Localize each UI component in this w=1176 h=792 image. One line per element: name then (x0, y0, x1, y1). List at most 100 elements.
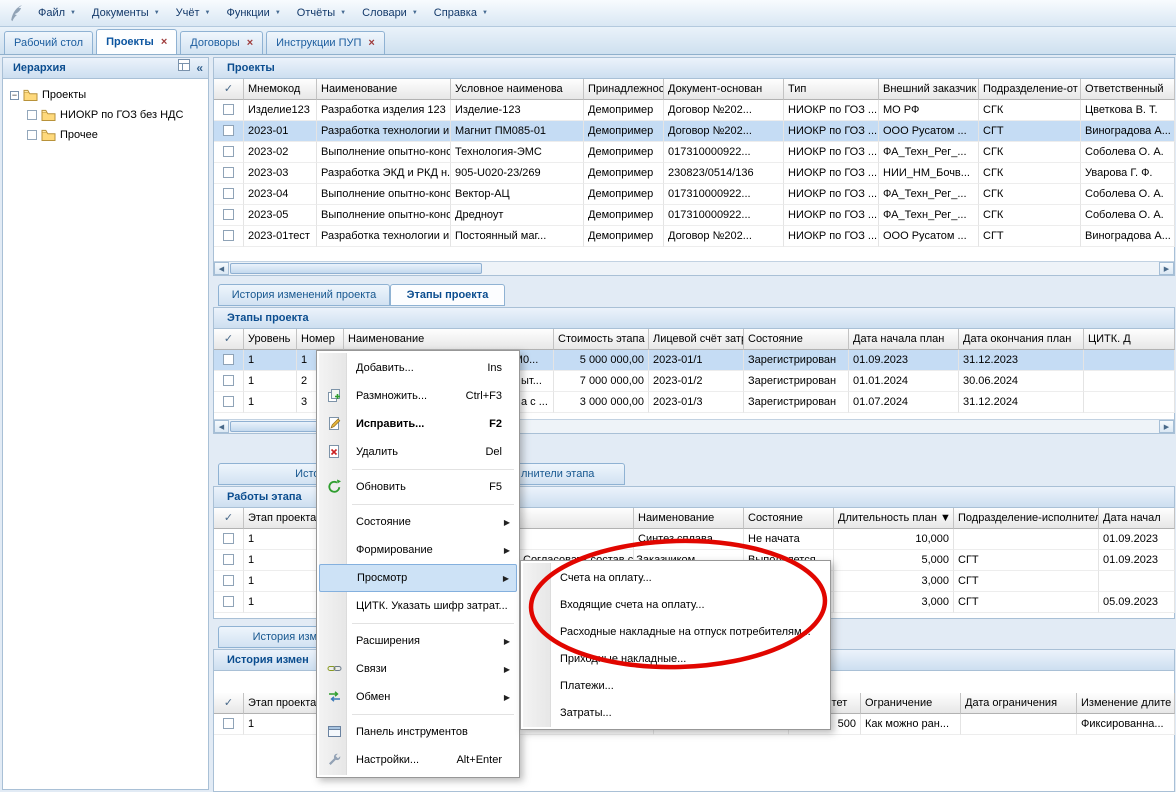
grid-cell[interactable]: НИОКР по ГОЗ ... (784, 163, 879, 184)
table-row[interactable]: 2023-02Выполнение опытно-конс...Технолог… (214, 142, 1174, 163)
column-header[interactable]: Дата начала план (849, 329, 959, 350)
grid-cell[interactable]: Магнит ПМ085-01 (451, 121, 584, 142)
context-menu-item[interactable]: Счета на оплату... (523, 564, 828, 591)
grid-cell[interactable]: СГТ (979, 121, 1081, 142)
row-checkbox[interactable] (223, 718, 234, 729)
grid-cell[interactable]: СГК (979, 205, 1081, 226)
section-tab[interactable]: Этапы проекта (390, 284, 505, 306)
column-header[interactable]: Наименование (344, 329, 554, 350)
window-tab[interactable]: Инструкции ПУП× (266, 31, 385, 54)
grid-cell[interactable]: 2023-04 (244, 184, 317, 205)
column-header[interactable]: Дата ограничения (961, 693, 1077, 714)
context-menu-item[interactable]: Состояние▶ (319, 508, 517, 536)
grid-cell[interactable]: 3 000 000,00 (554, 392, 649, 413)
grid-cell[interactable] (214, 142, 244, 163)
row-checkbox[interactable] (223, 575, 234, 586)
row-checkbox[interactable] (223, 146, 234, 157)
grid-cell[interactable] (214, 592, 244, 613)
grid-cell[interactable]: 30.06.2024 (959, 371, 1084, 392)
grid-cell[interactable]: Демопример (584, 100, 664, 121)
grid-cell[interactable]: НИОКР по ГОЗ ... (784, 226, 879, 247)
context-menu-item[interactable]: Исправить...F2 (319, 410, 517, 438)
row-checkbox[interactable] (223, 209, 234, 220)
window-tab[interactable]: Рабочий стол (4, 31, 93, 54)
grid-cell[interactable]: Демопример (584, 163, 664, 184)
window-tab[interactable]: Договоры× (180, 31, 263, 54)
grid-cell[interactable]: СГК (979, 184, 1081, 205)
column-header[interactable]: Подразделение-исполнитель.. (954, 508, 1099, 529)
grid-cell[interactable]: Соболева О. А. (1081, 205, 1175, 226)
select-all-column-header[interactable]: ✓ (214, 508, 244, 529)
tree-checkbox[interactable] (27, 110, 37, 120)
grid-cell[interactable] (214, 226, 244, 247)
grid-cell[interactable]: Фиксированна... (1077, 714, 1175, 735)
table-row[interactable]: Изделие123Разработка изделия 123Изделие-… (214, 100, 1174, 121)
grid-cell[interactable]: СГТ (954, 571, 1099, 592)
context-menu-item[interactable]: Панель инструментов (319, 718, 517, 746)
grid-cell[interactable]: 017310000922... (664, 142, 784, 163)
menubar-item[interactable]: Отчёты▼ (289, 3, 354, 23)
menubar-item[interactable]: Словари▼ (354, 3, 426, 23)
grid-cell[interactable]: Изделие-123 (451, 100, 584, 121)
grid-cell[interactable]: Демопример (584, 121, 664, 142)
row-checkbox[interactable] (223, 533, 234, 544)
tree-checkbox[interactable] (27, 130, 37, 140)
grid-cell[interactable]: НИОКР по ГОЗ ... (784, 100, 879, 121)
context-menu-item[interactable]: Формирование▶ (319, 536, 517, 564)
select-all-column-header[interactable]: ✓ (214, 329, 244, 350)
grid-cell[interactable]: 2023-02 (244, 142, 317, 163)
column-header[interactable]: Ограничение (861, 693, 961, 714)
row-checkbox[interactable] (223, 375, 234, 386)
context-menu-item[interactable]: Затраты... (523, 699, 828, 726)
grid-cell[interactable] (214, 100, 244, 121)
scroll-left-icon[interactable]: ◀ (214, 262, 229, 275)
grid-cell[interactable]: МО РФ (879, 100, 979, 121)
column-header[interactable]: Состояние (744, 508, 834, 529)
grid-cell[interactable]: 1 (244, 392, 297, 413)
tree-item[interactable]: Прочее (3, 125, 208, 145)
grid-cell[interactable]: ФА_Техн_Рег_... (879, 205, 979, 226)
context-menu-item[interactable]: Настройки...Alt+Enter (319, 746, 517, 774)
table-row[interactable]: 2023-01Разработка технологии и...Магнит … (214, 121, 1174, 142)
grid-cell[interactable]: Демопример (584, 226, 664, 247)
column-header[interactable]: Наименование (317, 79, 451, 100)
grid-cell[interactable]: СГК (979, 100, 1081, 121)
grid-cell[interactable]: ФА_Техн_Рег_... (879, 142, 979, 163)
window-tab[interactable]: Проекты× (96, 29, 177, 54)
grid-cell[interactable]: Постоянный маг... (451, 226, 584, 247)
grid-cell[interactable]: 1 (244, 350, 297, 371)
grid-cell[interactable] (519, 529, 634, 550)
table-row[interactable]: 2023-01тестРазработка технологии и...Пос… (214, 226, 1174, 247)
grid-cell[interactable] (954, 529, 1099, 550)
grid-cell[interactable]: СГК (979, 163, 1081, 184)
column-header[interactable]: Длительность план ▼ (834, 508, 954, 529)
column-header[interactable]: Ответственный (1081, 79, 1175, 100)
grid-cell[interactable] (214, 714, 244, 735)
column-header[interactable]: Дата окончания план (959, 329, 1084, 350)
grid-cell[interactable]: Выполнение опытно-конс... (317, 184, 451, 205)
grid-cell[interactable]: 2023-01/3 (649, 392, 744, 413)
scroll-left-icon[interactable]: ◀ (214, 420, 229, 433)
context-menu-item[interactable]: ЦИТК. Указать шифр затрат... (319, 592, 517, 620)
grid-cell[interactable] (961, 714, 1077, 735)
grid-cell[interactable]: Разработка ЭКД и РКД н... (317, 163, 451, 184)
row-checkbox[interactable] (223, 230, 234, 241)
grid-cell[interactable]: 2023-05 (244, 205, 317, 226)
column-header[interactable]: Стоимость этапа (554, 329, 649, 350)
grid-cell[interactable]: ООО Русатом ... (879, 121, 979, 142)
grid-cell[interactable]: Соболева О. А. (1081, 142, 1175, 163)
menubar-item[interactable]: Документы▼ (84, 3, 168, 23)
grid-cell[interactable]: 31.12.2024 (959, 392, 1084, 413)
grid-cell[interactable] (214, 205, 244, 226)
grid-cell[interactable] (214, 529, 244, 550)
grid-cell[interactable]: НИОКР по ГОЗ ... (784, 184, 879, 205)
grid-cell[interactable]: Договор №202... (664, 121, 784, 142)
column-header[interactable]: Наименование (634, 508, 744, 529)
grid-cell[interactable]: Вектор-АЦ (451, 184, 584, 205)
grid-cell[interactable]: ООО Русатом ... (879, 226, 979, 247)
grid-cell[interactable] (214, 371, 244, 392)
row-checkbox[interactable] (223, 125, 234, 136)
context-menu-item[interactable]: ОбновитьF5 (319, 473, 517, 501)
grid-cell[interactable]: Договор №202... (664, 100, 784, 121)
grid-cell[interactable]: Соболева О. А. (1081, 184, 1175, 205)
